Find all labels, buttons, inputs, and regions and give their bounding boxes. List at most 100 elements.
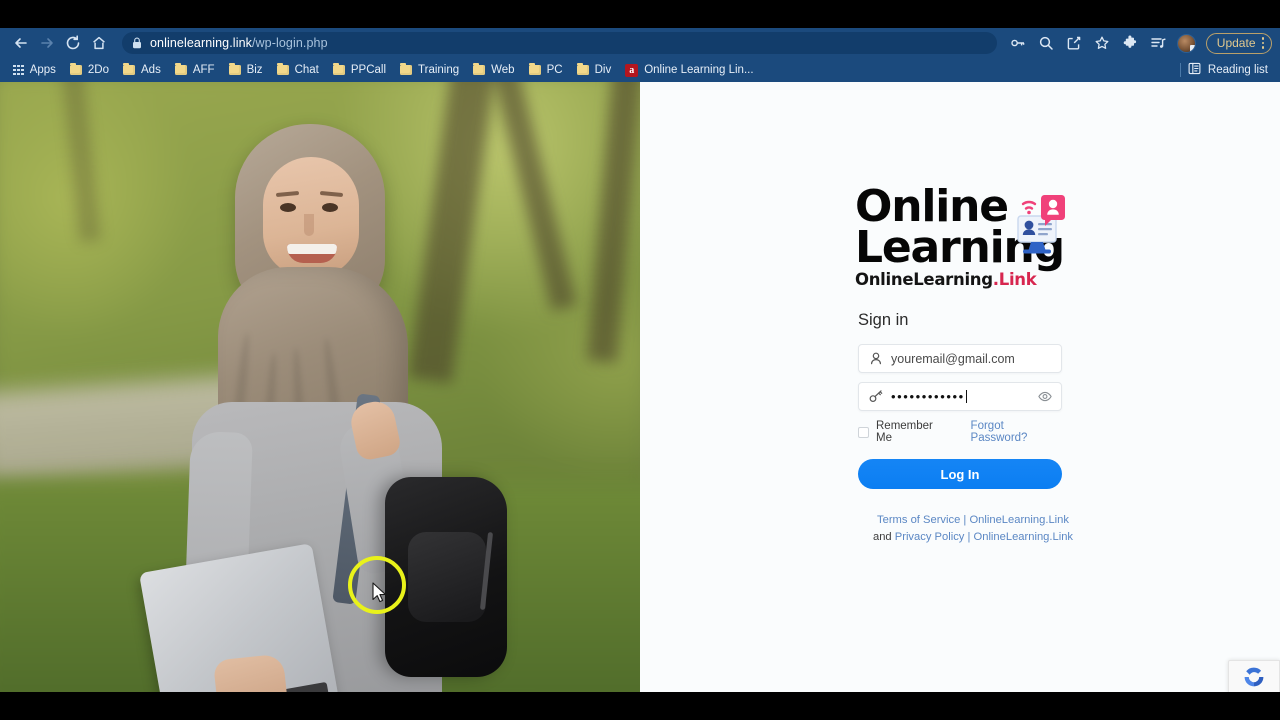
mouse-cursor-icon bbox=[372, 582, 388, 606]
bookmark-label: Ads bbox=[141, 64, 161, 76]
backpack-pocket bbox=[408, 532, 486, 622]
browser-window: onlinelearning.link/wp-login.php Update … bbox=[0, 28, 1280, 692]
email-input-value[interactable]: youremail@gmail.com bbox=[891, 352, 1053, 366]
folder-icon bbox=[528, 63, 541, 75]
folder-icon bbox=[123, 63, 136, 75]
reading-list-button[interactable]: Reading list bbox=[1188, 62, 1268, 78]
bookmark-aff[interactable]: AFF bbox=[168, 60, 222, 80]
privacy-site-link[interactable]: OnlineLearning.Link bbox=[974, 531, 1074, 543]
folder-icon bbox=[276, 63, 289, 75]
apps-grid-icon bbox=[13, 64, 24, 76]
reading-list-icon bbox=[1188, 62, 1201, 78]
bookmark-label: Apps bbox=[29, 64, 56, 76]
teeth bbox=[287, 244, 337, 254]
bookmark-apps[interactable]: Apps bbox=[6, 60, 63, 80]
bookmark-label: AFF bbox=[192, 64, 215, 76]
legal-and: and bbox=[872, 531, 895, 544]
terms-of-service-link[interactable]: Terms of Service bbox=[877, 514, 960, 526]
password-dots: •••••••••••• bbox=[891, 389, 965, 405]
terms-site-link[interactable]: OnlineLearning.Link bbox=[969, 514, 1069, 526]
search-icon[interactable] bbox=[1033, 30, 1059, 56]
bookmark-label: 2Do bbox=[87, 64, 110, 76]
logo-subtitle: OnlineLearning.Link bbox=[855, 270, 1065, 289]
logo-subtitle-main: OnlineLearning bbox=[855, 270, 993, 290]
login-form: Sign in youremail@gmail.com •••••••••••• bbox=[858, 311, 1073, 545]
bookmark-web[interactable]: Web bbox=[466, 60, 521, 80]
password-input-value[interactable]: •••••••••••• bbox=[891, 389, 1037, 404]
bookmark-label: Online Learning Lin... bbox=[644, 64, 754, 76]
share-icon[interactable] bbox=[1061, 30, 1087, 56]
sign-in-title: Sign in bbox=[858, 311, 909, 330]
forward-arrow-icon[interactable] bbox=[34, 30, 60, 56]
bookmark-training[interactable]: Training bbox=[393, 60, 466, 80]
bookmark-ppcall[interactable]: PPCall bbox=[326, 60, 393, 80]
collections-icon[interactable] bbox=[1145, 30, 1171, 56]
bookmark-label: PPCall bbox=[350, 64, 387, 76]
divider bbox=[1179, 63, 1181, 77]
site-favicon-a-icon: a bbox=[625, 63, 639, 77]
bookmark-label: Biz bbox=[246, 64, 263, 76]
folder-icon bbox=[473, 63, 486, 75]
update-button[interactable]: Update bbox=[1205, 32, 1272, 54]
log-in-button[interactable]: Log In bbox=[858, 459, 1062, 490]
bookmark-biz[interactable]: Biz bbox=[222, 60, 270, 80]
letterbox-bottom bbox=[0, 692, 1280, 720]
password-field[interactable]: •••••••••••• bbox=[858, 382, 1062, 412]
eye bbox=[280, 203, 296, 212]
remember-me-label: Remember Me bbox=[876, 420, 933, 445]
folder-icon bbox=[332, 63, 345, 75]
password-key-icon[interactable] bbox=[1005, 30, 1031, 56]
remember-row: Remember Me Forgot Password? bbox=[858, 420, 1062, 444]
person-icon bbox=[867, 352, 884, 365]
bookmark-label: Div bbox=[594, 64, 612, 76]
kebab-menu-icon[interactable] bbox=[1261, 37, 1264, 49]
url-domain: onlinelearning.link bbox=[150, 36, 252, 50]
privacy-policy-link[interactable]: Privacy Policy bbox=[895, 531, 965, 543]
recaptcha-badge[interactable] bbox=[1228, 660, 1280, 692]
address-bar-url: onlinelearning.link/wp-login.php bbox=[150, 36, 328, 50]
remember-me-checkbox[interactable] bbox=[858, 426, 869, 438]
legal-separator: | bbox=[964, 531, 974, 544]
profile-avatar[interactable] bbox=[1176, 33, 1196, 53]
monitor-person-idcard-wifi-icon bbox=[1015, 191, 1067, 259]
text-caret bbox=[965, 390, 967, 404]
bookmarks-bar-right: Reading list bbox=[1179, 62, 1274, 78]
smiling-mouth bbox=[287, 244, 337, 263]
lock-icon bbox=[132, 37, 142, 49]
bookmarks-bar: Apps 2Do Ads AFF Biz Chat PPCall Trainin… bbox=[0, 58, 1280, 82]
extensions-puzzle-icon[interactable] bbox=[1117, 30, 1143, 56]
eye-icon[interactable] bbox=[1037, 391, 1053, 402]
eye bbox=[322, 203, 338, 212]
bookmark-ads[interactable]: Ads bbox=[116, 60, 168, 80]
bookmark-pc[interactable]: PC bbox=[522, 60, 570, 80]
login-panel: Online Learning OnlineLearning.Link Sign… bbox=[640, 82, 1280, 692]
left-hand bbox=[212, 653, 290, 692]
folder-icon bbox=[400, 63, 413, 75]
back-arrow-icon[interactable] bbox=[8, 30, 34, 56]
screen-root: onlinelearning.link/wp-login.php Update … bbox=[0, 0, 1280, 720]
email-field[interactable]: youremail@gmail.com bbox=[858, 344, 1062, 374]
bookmark-2do[interactable]: 2Do bbox=[63, 60, 116, 80]
bookmark-online-learning[interactable]: a Online Learning Lin... bbox=[618, 60, 760, 80]
address-bar[interactable]: onlinelearning.link/wp-login.php bbox=[122, 32, 997, 54]
key-icon bbox=[867, 390, 884, 403]
reading-list-label: Reading list bbox=[1207, 64, 1268, 76]
folder-icon bbox=[228, 63, 241, 75]
forgot-password-link[interactable]: Forgot Password? bbox=[971, 420, 1062, 444]
url-path: /wp-login.php bbox=[251, 36, 328, 50]
bookmark-star-icon[interactable] bbox=[1089, 30, 1115, 56]
reload-icon[interactable] bbox=[60, 30, 86, 56]
bookmark-label: Chat bbox=[294, 64, 319, 76]
site-logo: Online Learning OnlineLearning.Link bbox=[855, 184, 1067, 289]
toolbar-actions: Update bbox=[1005, 30, 1272, 56]
home-icon[interactable] bbox=[86, 30, 112, 56]
browser-toolbar: onlinelearning.link/wp-login.php Update bbox=[0, 28, 1280, 58]
legal-links: Terms of Service | OnlineLearning.Link a… bbox=[858, 511, 1088, 545]
update-button-label: Update bbox=[1216, 36, 1256, 50]
bookmark-div[interactable]: Div bbox=[570, 60, 619, 80]
bookmark-label: PC bbox=[546, 64, 563, 76]
student-figure bbox=[130, 102, 530, 692]
page-content: Online Learning OnlineLearning.Link Sign… bbox=[0, 82, 1280, 692]
bookmark-chat[interactable]: Chat bbox=[270, 60, 326, 80]
bookmark-label: Training bbox=[418, 64, 460, 76]
